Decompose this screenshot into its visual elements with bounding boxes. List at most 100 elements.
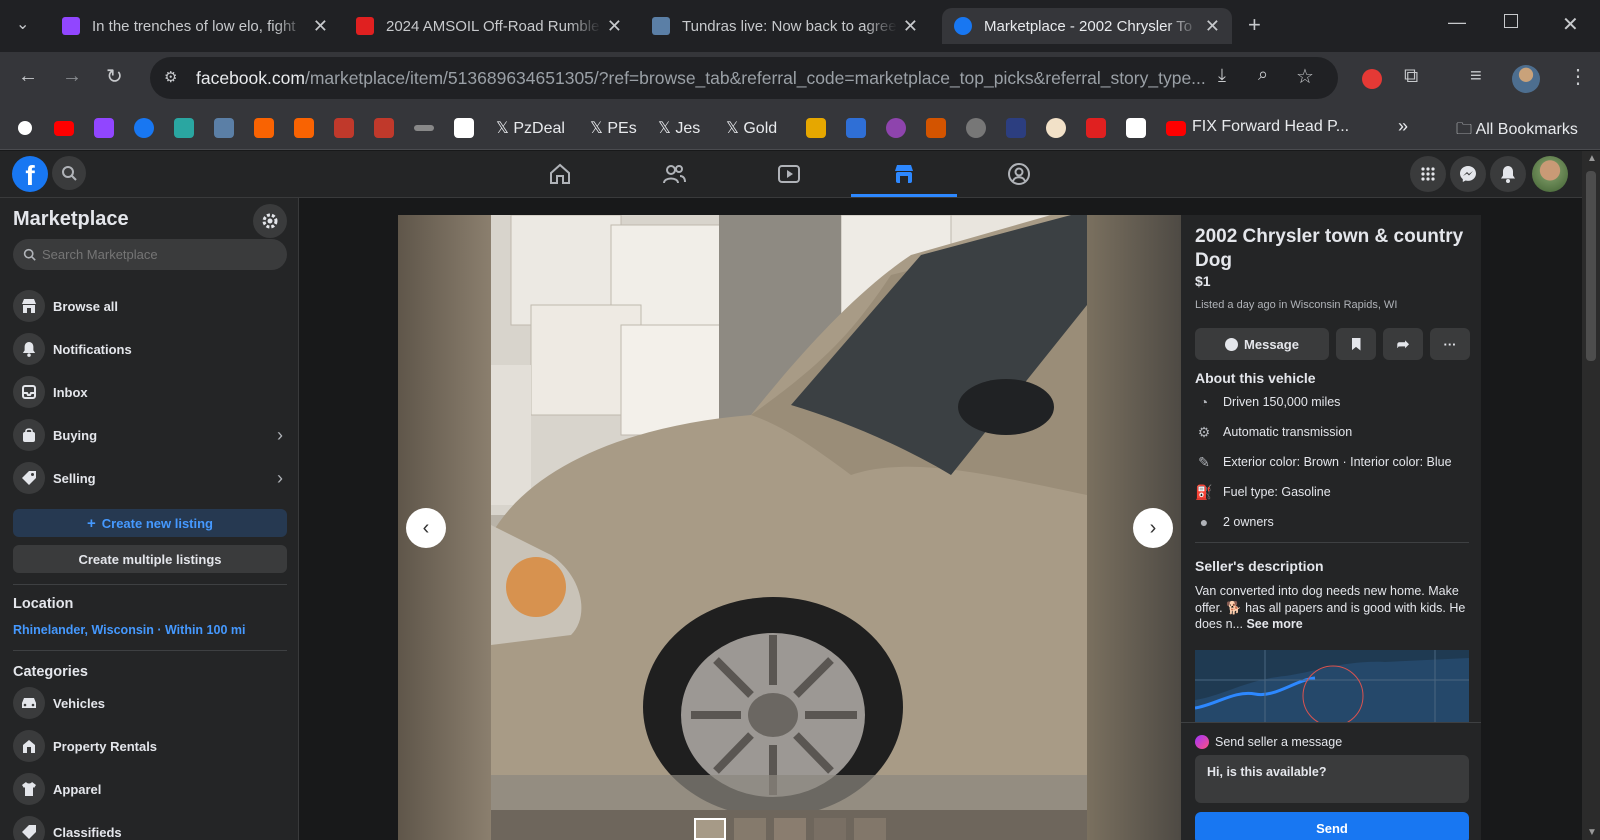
- amazon-icon[interactable]: [1126, 118, 1146, 138]
- close-icon[interactable]: ✕: [607, 16, 622, 37]
- baseball-icon[interactable]: [1046, 118, 1066, 138]
- youtube-icon[interactable]: [1166, 121, 1186, 136]
- search-icon[interactable]: [52, 156, 86, 190]
- search-marketplace-field[interactable]: [13, 239, 287, 270]
- reload-icon[interactable]: ↻: [106, 64, 123, 89]
- zoom-icon[interactable]: ⌕: [1258, 64, 1268, 85]
- forward-icon[interactable]: →: [62, 65, 82, 88]
- location-map[interactable]: [1195, 650, 1469, 722]
- photo-thumbnail[interactable]: [814, 818, 846, 840]
- location-link[interactable]: Rhinelander, Wisconsin · Within 100 mi: [13, 623, 245, 637]
- fox-sports-icon[interactable]: [1086, 118, 1106, 138]
- x-bookmark-gold[interactable]: 𝕏 Gold: [726, 118, 777, 138]
- sidebar-item-browse-all[interactable]: Browse all: [13, 286, 287, 326]
- x-bookmark-pes[interactable]: 𝕏 PEs: [590, 118, 637, 138]
- browser-tab-2[interactable]: 2024 AMSOIL Off-Road Rumble ✕: [344, 8, 634, 44]
- x-bookmark-jes[interactable]: 𝕏 Jes: [658, 118, 700, 138]
- youtube-icon[interactable]: [54, 121, 74, 136]
- extensions-puzzle-icon[interactable]: ⧉: [1404, 65, 1418, 88]
- install-app-icon[interactable]: ⤓: [1218, 65, 1226, 86]
- pzdeal-icon[interactable]: [334, 118, 354, 138]
- close-icon[interactable]: ✕: [903, 16, 918, 37]
- facebook-logo-icon[interactable]: f: [12, 156, 48, 192]
- home-icon[interactable]: [547, 161, 573, 187]
- browser-tab-1[interactable]: In the trenches of low elo, fight ✕: [50, 8, 340, 44]
- scrollbar-down-icon[interactable]: ▼: [1587, 827, 1597, 838]
- menu-grid-icon[interactable]: [1410, 156, 1446, 192]
- home-depot-icon[interactable]: [294, 118, 314, 138]
- create-multiple-listings-button[interactable]: Create multiple listings: [13, 545, 287, 573]
- sidebar-item-inbox[interactable]: Inbox: [13, 372, 287, 412]
- bookmark-icon[interactable]: [18, 121, 32, 135]
- message-input[interactable]: Hi, is this available?: [1195, 755, 1469, 803]
- sidebar-item-notifications[interactable]: Notifications: [13, 329, 287, 369]
- category-apparel[interactable]: Apparel: [13, 769, 287, 809]
- extension-red-icon[interactable]: [1362, 69, 1382, 89]
- twitch-icon[interactable]: [94, 118, 114, 138]
- pzdeal-icon[interactable]: [374, 118, 394, 138]
- notifications-bell-icon[interactable]: [1490, 156, 1526, 192]
- bookmark-icon[interactable]: [1006, 118, 1026, 138]
- globe-icon[interactable]: [966, 118, 986, 138]
- restore-icon[interactable]: [1504, 14, 1518, 28]
- photo-thumbnail[interactable]: [694, 818, 726, 840]
- account-avatar[interactable]: [1532, 156, 1568, 192]
- video-icon[interactable]: [776, 161, 802, 187]
- marketplace-icon[interactable]: [891, 161, 917, 187]
- save-button[interactable]: [1336, 328, 1376, 360]
- more-bookmarks-icon[interactable]: »: [1398, 116, 1408, 137]
- scrollbar-thumb[interactable]: [1586, 171, 1596, 361]
- next-photo-button[interactable]: ›: [1133, 508, 1173, 548]
- all-bookmarks-folder[interactable]: 🗀 All Bookmarks: [1456, 118, 1578, 145]
- bookmark-icon[interactable]: [926, 118, 946, 138]
- minimize-icon[interactable]: —: [1448, 12, 1466, 33]
- photo-thumbnail[interactable]: [854, 818, 886, 840]
- messenger-icon[interactable]: [1450, 156, 1486, 192]
- browser-tab-4-active[interactable]: Marketplace - 2002 Chrysler To ✕: [942, 8, 1232, 44]
- page-scrollbar[interactable]: ▲ ▼: [1582, 151, 1600, 840]
- settings-gear-icon[interactable]: [253, 204, 287, 238]
- bookmark-icon[interactable]: [174, 118, 194, 138]
- share-button[interactable]: ➦: [1383, 328, 1423, 360]
- category-vehicles[interactable]: Vehicles: [13, 683, 287, 723]
- bookmark-icon[interactable]: [214, 118, 234, 138]
- close-icon[interactable]: ✕: [1205, 16, 1220, 37]
- bookmark-icon[interactable]: [846, 118, 866, 138]
- bookmark-star-icon[interactable]: ☆: [1296, 64, 1314, 89]
- browser-tab-3[interactable]: Tundras live: Now back to agree ✕: [640, 8, 930, 44]
- bookmark-icon[interactable]: [806, 118, 826, 138]
- see-more-link[interactable]: See more: [1246, 617, 1302, 631]
- tab-search-icon[interactable]: ⌄: [16, 14, 29, 34]
- menu-kebab-icon[interactable]: ⋮: [1568, 64, 1588, 89]
- photo-thumbnail[interactable]: [734, 818, 766, 840]
- message-button[interactable]: Message: [1195, 328, 1329, 360]
- sidebar-item-buying[interactable]: Buying ›: [13, 415, 287, 455]
- send-button[interactable]: Send: [1195, 812, 1469, 840]
- site-info-icon[interactable]: ⚙: [164, 68, 177, 86]
- friends-icon[interactable]: [661, 161, 687, 187]
- groups-gaming-icon[interactable]: [1006, 161, 1032, 187]
- create-new-listing-button[interactable]: + Create new listing: [13, 509, 287, 537]
- address-bar[interactable]: ⚙ facebook.com/marketplace/item/51368963…: [150, 57, 1338, 99]
- bookmark-icon[interactable]: [414, 125, 434, 131]
- category-property-rentals[interactable]: Property Rentals: [13, 726, 287, 766]
- home-depot-icon[interactable]: [254, 118, 274, 138]
- close-icon[interactable]: ✕: [313, 16, 328, 37]
- search-marketplace-input[interactable]: [42, 247, 262, 262]
- window-close-icon[interactable]: ✕: [1562, 12, 1579, 37]
- bookmark-fix-forward-head[interactable]: FIX Forward Head P...: [1192, 118, 1349, 136]
- bookmark-icon[interactable]: [886, 118, 906, 138]
- listing-photo[interactable]: [491, 215, 1087, 810]
- category-classifieds[interactable]: Classifieds: [13, 812, 287, 840]
- x-bookmark-pzdeal[interactable]: 𝕏 PzDeal: [496, 118, 565, 138]
- photo-thumbnail[interactable]: [774, 818, 806, 840]
- back-icon[interactable]: ←: [18, 65, 38, 88]
- new-tab-icon[interactable]: +: [1248, 12, 1261, 38]
- previous-photo-button[interactable]: ‹: [406, 508, 446, 548]
- media-control-icon[interactable]: ≡: [1470, 65, 1482, 88]
- facebook-icon[interactable]: [134, 118, 154, 138]
- more-options-button[interactable]: ···: [1430, 328, 1470, 360]
- sidebar-item-selling[interactable]: Selling ›: [13, 458, 287, 498]
- scrollbar-up-icon[interactable]: ▲: [1587, 153, 1597, 164]
- profile-avatar[interactable]: [1512, 65, 1540, 93]
